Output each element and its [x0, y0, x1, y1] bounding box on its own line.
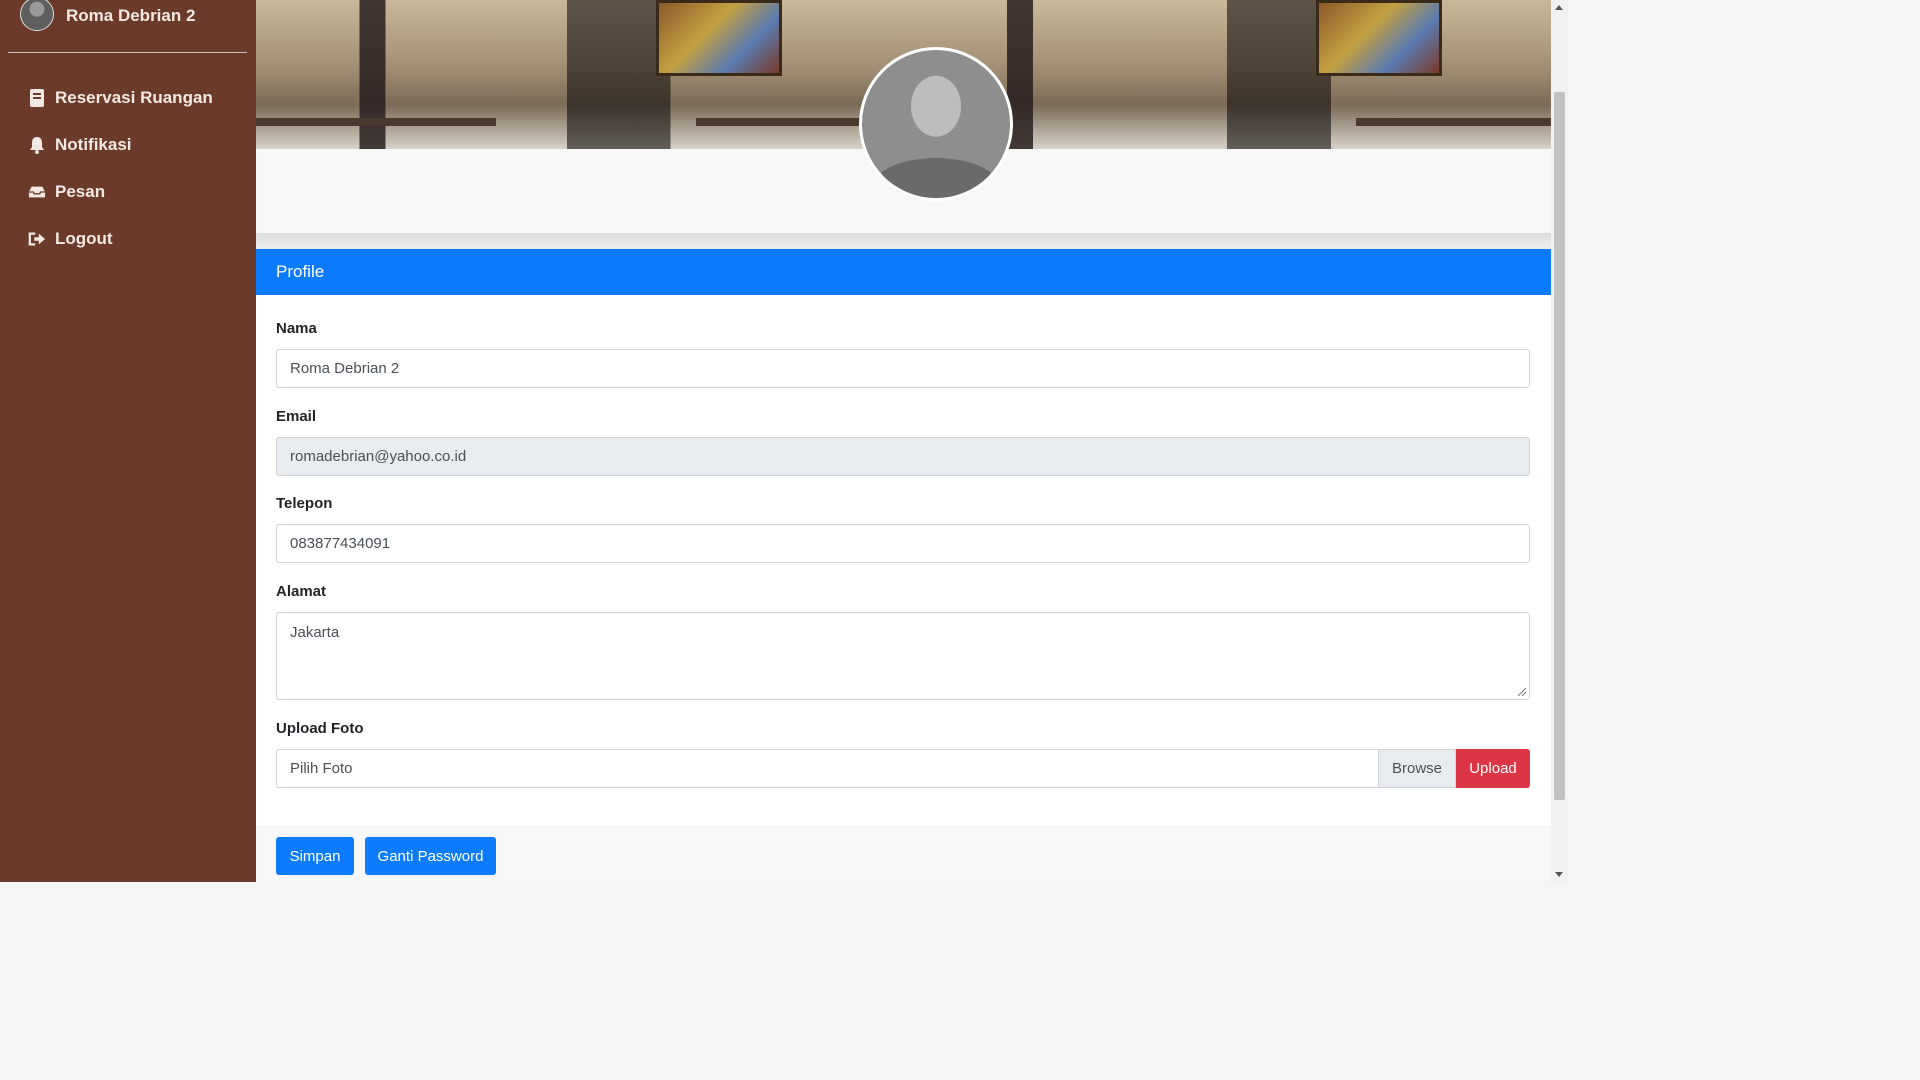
- sidebar-item-pesan[interactable]: Pesan: [28, 168, 213, 215]
- file-input-placeholder: Pilih Foto: [290, 760, 353, 777]
- sidebar-item-label: Pesan: [55, 181, 106, 201]
- user-name: Roma Debrian 2: [66, 6, 196, 25]
- telepon-input-value: 083877434091: [290, 535, 391, 552]
- telepon-label: Telepon: [276, 495, 333, 512]
- profile-photo: [859, 47, 1013, 201]
- nama-input-value: Roma Debrian 2: [290, 360, 400, 377]
- avatar: [20, 0, 54, 31]
- profile-card-title: Profile: [276, 262, 325, 281]
- email-label: Email: [276, 408, 317, 425]
- sidebar: Roma Debrian 2 Reservasi Ruangan Notifik…: [0, 0, 256, 882]
- save-button[interactable]: Simpan: [276, 837, 354, 875]
- sidebar-item-logout[interactable]: Logout: [28, 215, 213, 262]
- upload-button[interactable]: Upload: [1456, 749, 1530, 788]
- browse-button[interactable]: Browse: [1378, 749, 1456, 788]
- profile-photo-shoulders: [872, 158, 1000, 198]
- sidebar-user[interactable]: Roma Debrian 2: [20, 0, 195, 32]
- telepon-input[interactable]: 083877434091: [276, 524, 1530, 563]
- scroll-up-icon[interactable]: [1555, 5, 1563, 10]
- sidebar-item-label: Notifikasi: [55, 134, 132, 154]
- change-password-button[interactable]: Ganti Password: [365, 837, 496, 875]
- alamat-textarea[interactable]: Jakarta: [276, 612, 1530, 700]
- sidebar-item-reservasi-ruangan[interactable]: Reservasi Ruangan: [28, 74, 213, 121]
- sidebar-item-label: Logout: [55, 228, 113, 248]
- resize-grip-icon[interactable]: [1518, 688, 1526, 696]
- sidebar-nav: Reservasi Ruangan Notifikasi Pesan Logou…: [28, 74, 213, 262]
- profile-form: Nama Roma Debrian 2 Email romadebrian@ya…: [256, 295, 1551, 825]
- cover-shadow: [256, 233, 1551, 249]
- file-upload-group: Pilih Foto Browse Upload: [276, 749, 1530, 788]
- main-content: Profile Nama Roma Debrian 2 Email romade…: [256, 0, 1551, 882]
- sidebar-item-notifikasi[interactable]: Notifikasi: [28, 121, 213, 168]
- cover-desk: [1356, 118, 1551, 126]
- scrollbar-thumb[interactable]: [1554, 92, 1565, 800]
- cover-desk: [256, 118, 496, 126]
- book-icon: [28, 88, 46, 107]
- alamat-textarea-value: Jakarta: [290, 624, 340, 641]
- email-field-value: romadebrian@yahoo.co.id: [290, 448, 467, 465]
- sidebar-item-label: Reservasi Ruangan: [55, 87, 213, 107]
- nama-input[interactable]: Roma Debrian 2: [276, 349, 1530, 388]
- bell-icon: [28, 136, 46, 154]
- inbox-icon: [28, 183, 46, 201]
- sidebar-divider: [8, 52, 247, 53]
- nama-label: Nama: [276, 320, 317, 337]
- profile-card-header: Profile: [256, 249, 1551, 295]
- scrollbar[interactable]: [1551, 0, 1568, 882]
- scroll-down-icon[interactable]: [1555, 872, 1563, 877]
- email-field: romadebrian@yahoo.co.id: [276, 437, 1530, 476]
- sign-out-icon: [28, 230, 46, 248]
- cover-artwork: [656, 0, 782, 76]
- file-input[interactable]: Pilih Foto: [276, 749, 1378, 788]
- cover-artwork: [1316, 0, 1442, 76]
- profile-card-footer: Simpan Ganti Password: [256, 825, 1551, 882]
- upload-foto-label: Upload Foto: [276, 720, 364, 737]
- alamat-label: Alamat: [276, 583, 327, 600]
